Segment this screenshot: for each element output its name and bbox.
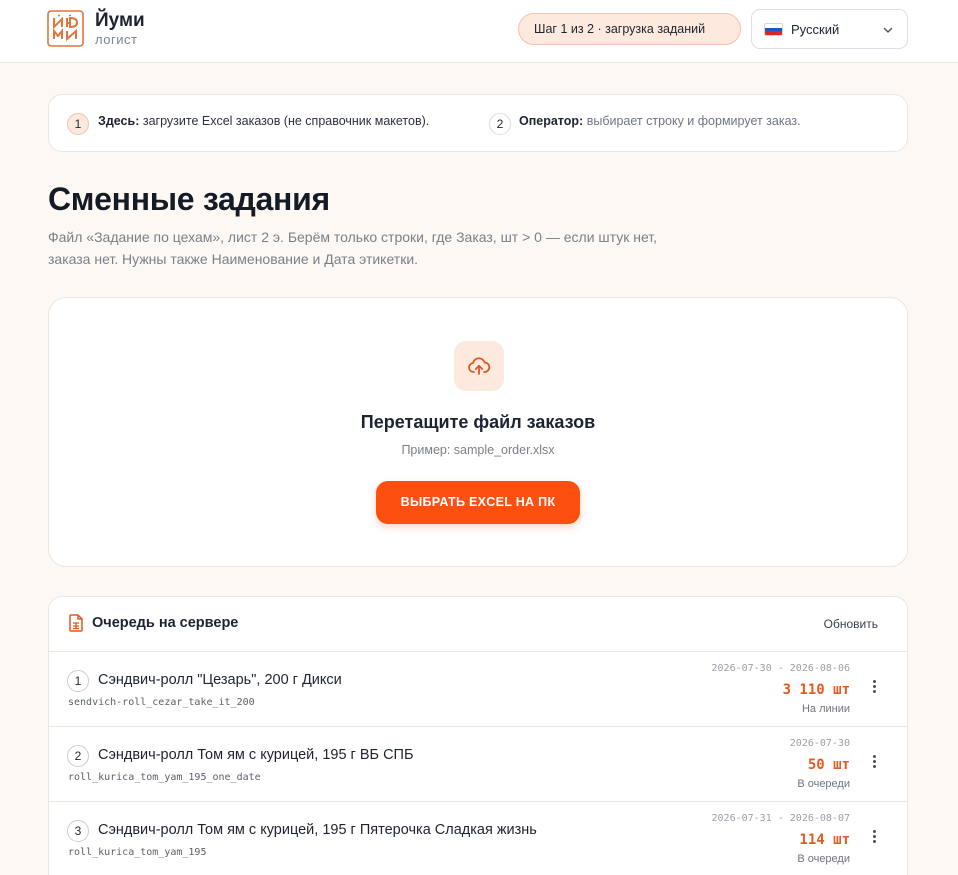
row-date-range: 2026-07-30 - 2026-08-06 [711, 663, 850, 674]
chevron-down-icon [883, 27, 893, 33]
info-step-1-label: Здесь: [98, 114, 140, 128]
language-label: Русский [791, 22, 840, 37]
row-number: 3 [67, 820, 89, 842]
choose-excel-button[interactable]: ВЫБРАТЬ EXCEL НА ПК [376, 481, 580, 524]
row-product-code: roll_kurica_tom_yam_195 [68, 847, 207, 858]
info-step-2: Оператор: выбирает строку и формирует за… [519, 114, 801, 128]
top-header: Йуми логист Шаг 1 из 2 · загрузка задани… [0, 0, 958, 63]
row-status: В очереди [797, 778, 850, 790]
queue-row[interactable]: 1 Сэндвич-ролл "Цезарь", 200 г Дикси sen… [49, 652, 907, 727]
queue-title: Очередь на сервере [92, 615, 239, 631]
more-vertical-icon[interactable] [871, 830, 877, 846]
row-status: На линии [801, 703, 850, 715]
row-date-range: 2026-07-30 [789, 738, 850, 749]
yumi-logo-icon[interactable] [47, 10, 84, 47]
step-indicator: Шаг 1 из 2 · загрузка заданий [518, 13, 741, 45]
step-number-2: 2 [489, 113, 511, 135]
row-quantity: 114 шт [799, 832, 850, 848]
row-quantity: 3 110 шт [782, 682, 850, 698]
workflow-info-card: 1 Здесь: загрузите Excel заказов (не спр… [48, 94, 908, 152]
row-product-name: Сэндвич-ролл Том ям с курицей, 195 г ВБ … [98, 747, 414, 763]
brand-subtitle: логист [95, 32, 138, 47]
dropzone-hint: Пример: sample_order.xlsx [401, 443, 555, 457]
server-queue-panel: Очередь на сервере Обновить 1 Сэндвич-ро… [48, 596, 908, 875]
queue-row[interactable]: 2 Сэндвич-ролл Том ям с курицей, 195 г В… [49, 727, 907, 802]
brand-name: Йуми [95, 10, 145, 31]
queue-row[interactable]: 3 Сэндвич-ролл Том ям с курицей, 195 г П… [49, 802, 907, 875]
russia-flag-icon [764, 23, 783, 36]
info-step-1-text: загрузите Excel заказов (не справочник м… [142, 114, 430, 128]
dropzone-title: Перетащите файл заказов [360, 412, 596, 432]
file-dropzone[interactable]: Перетащите файл заказов Пример: sample_o… [48, 297, 908, 567]
refresh-button[interactable]: Обновить [824, 617, 878, 631]
row-product-name: Сэндвич-ролл Том ям с курицей, 195 г Пят… [98, 822, 537, 838]
step-number-1: 1 [67, 113, 89, 135]
page-description: Файл «Задание по цехам», лист 2 э. Берём… [48, 229, 658, 267]
spreadsheet-file-icon [69, 614, 83, 632]
queue-header: Очередь на сервере Обновить [49, 597, 907, 652]
row-date-range: 2026-07-31 - 2026-08-07 [711, 813, 850, 824]
row-product-code: sendvich-roll_cezar_take_it_200 [68, 697, 255, 708]
info-step-1: Здесь: загрузите Excel заказов (не справ… [98, 114, 429, 128]
page-title: Сменные задания [48, 181, 330, 217]
row-number: 2 [67, 745, 89, 767]
more-vertical-icon[interactable] [871, 755, 877, 771]
row-status: В очереди [797, 853, 850, 865]
row-quantity: 50 шт [807, 757, 850, 773]
info-step-2-label: Оператор: [519, 114, 584, 128]
row-product-name: Сэндвич-ролл "Цезарь", 200 г Дикси [98, 672, 342, 688]
row-number: 1 [67, 670, 89, 692]
upload-icon-container [454, 341, 504, 391]
more-vertical-icon[interactable] [871, 680, 877, 696]
info-step-2-text: выбирает строку и формирует заказ. [586, 114, 801, 128]
cloud-upload-icon [468, 357, 491, 375]
row-product-code: roll_kurica_tom_yam_195_one_date [68, 772, 261, 783]
language-select[interactable]: Русский [751, 9, 908, 49]
